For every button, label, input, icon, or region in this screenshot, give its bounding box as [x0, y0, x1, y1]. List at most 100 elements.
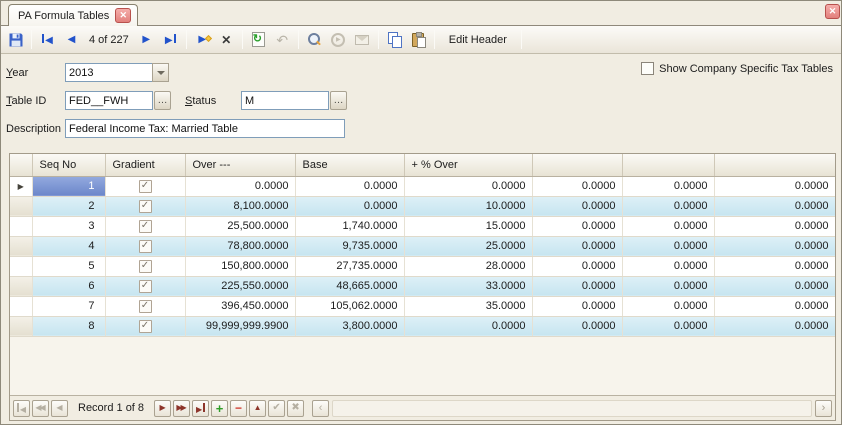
gradient-cell[interactable]: ✓	[105, 296, 185, 316]
seq-no-cell[interactable]: 2	[32, 196, 105, 216]
nav-next-page-button[interactable]: ▶▶	[173, 400, 190, 417]
nav-next-button[interactable]: ▶	[154, 400, 171, 417]
nav-append-button[interactable]: +	[211, 400, 228, 417]
nav-last-button[interactable]: ▶	[192, 400, 209, 417]
gradient-checkbox[interactable]: ✓	[139, 220, 152, 233]
seq-no-cell[interactable]: 1	[32, 176, 105, 196]
new-record-button[interactable]: ▶	[191, 28, 214, 51]
refresh-button[interactable]: ↻	[247, 28, 270, 51]
over-cell[interactable]: 25,500.0000	[185, 216, 295, 236]
paste-button[interactable]	[407, 28, 430, 51]
gradient-cell[interactable]: ✓	[105, 216, 185, 236]
col7-cell[interactable]: 0.0000	[622, 176, 714, 196]
year-input[interactable]	[65, 63, 153, 82]
col7-cell[interactable]: 0.0000	[622, 276, 714, 296]
tab-close-icon[interactable]: ✕	[115, 8, 131, 23]
show-company-tax-tables-checkbox[interactable]	[641, 62, 654, 75]
col8-cell[interactable]: 0.0000	[714, 316, 835, 336]
column-header-gradient[interactable]: Gradient	[105, 154, 185, 176]
gradient-checkbox[interactable]: ✓	[139, 280, 152, 293]
last-record-button[interactable]: ▶	[159, 28, 182, 51]
base-cell[interactable]: 9,735.0000	[295, 236, 404, 256]
horizontal-scrollbar-track[interactable]	[332, 400, 812, 417]
base-cell[interactable]: 0.0000	[295, 196, 404, 216]
gradient-cell[interactable]: ✓	[105, 256, 185, 276]
col7-cell[interactable]: 0.0000	[622, 196, 714, 216]
nav-prev-button[interactable]: ◀	[51, 400, 68, 417]
pct-over-cell[interactable]: 33.0000	[404, 276, 532, 296]
nav-delete-button[interactable]: −	[230, 400, 247, 417]
seq-no-cell[interactable]: 4	[32, 236, 105, 256]
gradient-checkbox[interactable]: ✓	[139, 200, 152, 213]
col6-cell[interactable]: 0.0000	[532, 276, 622, 296]
col8-cell[interactable]: 0.0000	[714, 236, 835, 256]
base-cell[interactable]: 48,665.0000	[295, 276, 404, 296]
status-input[interactable]	[241, 91, 329, 110]
over-cell[interactable]: 396,450.0000	[185, 296, 295, 316]
undo-button[interactable]: ↶	[271, 28, 294, 51]
nav-end-edit-button[interactable]: ✔	[268, 400, 285, 417]
seq-no-cell[interactable]: 5	[32, 256, 105, 276]
delete-record-button[interactable]: ✕	[215, 28, 238, 51]
pct-over-cell[interactable]: 25.0000	[404, 236, 532, 256]
col7-cell[interactable]: 0.0000	[622, 296, 714, 316]
nav-first-button[interactable]: ◀	[13, 400, 30, 417]
col6-cell[interactable]: 0.0000	[532, 196, 622, 216]
nav-prev-page-button[interactable]: ◀◀	[32, 400, 49, 417]
col6-cell[interactable]: 0.0000	[532, 176, 622, 196]
column-header-seq-no[interactable]: Seq No	[32, 154, 105, 176]
window-close-icon[interactable]: ✕	[825, 4, 840, 19]
col6-cell[interactable]: 0.0000	[532, 216, 622, 236]
tab-pa-formula-tables[interactable]: PA Formula Tables ✕	[8, 4, 138, 26]
gradient-checkbox[interactable]: ✓	[139, 320, 152, 333]
gradient-checkbox[interactable]: ✓	[139, 300, 152, 313]
column-header-blank-7[interactable]	[622, 154, 714, 176]
nav-edit-button[interactable]: ▲	[249, 400, 266, 417]
copy-button[interactable]	[383, 28, 406, 51]
save-button[interactable]	[4, 28, 27, 51]
column-header-pct-over[interactable]: + % Over	[404, 154, 532, 176]
gradient-checkbox[interactable]: ✓	[139, 260, 152, 273]
column-header-base[interactable]: Base	[295, 154, 404, 176]
row-selector-cell[interactable]	[10, 176, 32, 196]
pct-over-cell[interactable]: 35.0000	[404, 296, 532, 316]
over-cell[interactable]: 99,999,999.9900	[185, 316, 295, 336]
hscroll-left-button[interactable]: ‹	[312, 400, 329, 417]
row-selector-cell[interactable]	[10, 196, 32, 216]
row-selector-cell[interactable]	[10, 216, 32, 236]
gradient-checkbox[interactable]: ✓	[139, 180, 152, 193]
print-preview-button[interactable]	[303, 28, 326, 51]
col6-cell[interactable]: 0.0000	[532, 236, 622, 256]
column-header-over[interactable]: Over ---	[185, 154, 295, 176]
pct-over-cell[interactable]: 0.0000	[404, 316, 532, 336]
seq-no-cell[interactable]: 7	[32, 296, 105, 316]
col8-cell[interactable]: 0.0000	[714, 296, 835, 316]
table-id-browse-button[interactable]: …	[154, 91, 171, 110]
first-record-button[interactable]: ◀	[36, 28, 59, 51]
table-id-input[interactable]	[65, 91, 153, 110]
gradient-cell[interactable]: ✓	[105, 316, 185, 336]
col6-cell[interactable]: 0.0000	[532, 256, 622, 276]
base-cell[interactable]: 3,800.0000	[295, 316, 404, 336]
previous-record-button[interactable]: ◀	[60, 28, 83, 51]
pct-over-cell[interactable]: 10.0000	[404, 196, 532, 216]
col6-cell[interactable]: 0.0000	[532, 316, 622, 336]
base-cell[interactable]: 105,062.0000	[295, 296, 404, 316]
edit-header-button[interactable]: Edit Header	[439, 28, 517, 51]
column-header-blank-6[interactable]	[532, 154, 622, 176]
col6-cell[interactable]: 0.0000	[532, 296, 622, 316]
next-record-button[interactable]: ▶	[135, 28, 158, 51]
year-dropdown-button[interactable]	[152, 63, 169, 82]
gradient-cell[interactable]: ✓	[105, 196, 185, 216]
row-selector-cell[interactable]	[10, 236, 32, 256]
over-cell[interactable]: 78,800.0000	[185, 236, 295, 256]
pct-over-cell[interactable]: 15.0000	[404, 216, 532, 236]
base-cell[interactable]: 27,735.0000	[295, 256, 404, 276]
seq-no-cell[interactable]: 3	[32, 216, 105, 236]
nav-cancel-edit-button[interactable]: ✖	[287, 400, 304, 417]
over-cell[interactable]: 150,800.0000	[185, 256, 295, 276]
row-selector-cell[interactable]	[10, 256, 32, 276]
col7-cell[interactable]: 0.0000	[622, 216, 714, 236]
row-selector-cell[interactable]	[10, 296, 32, 316]
row-selector-cell[interactable]	[10, 276, 32, 296]
